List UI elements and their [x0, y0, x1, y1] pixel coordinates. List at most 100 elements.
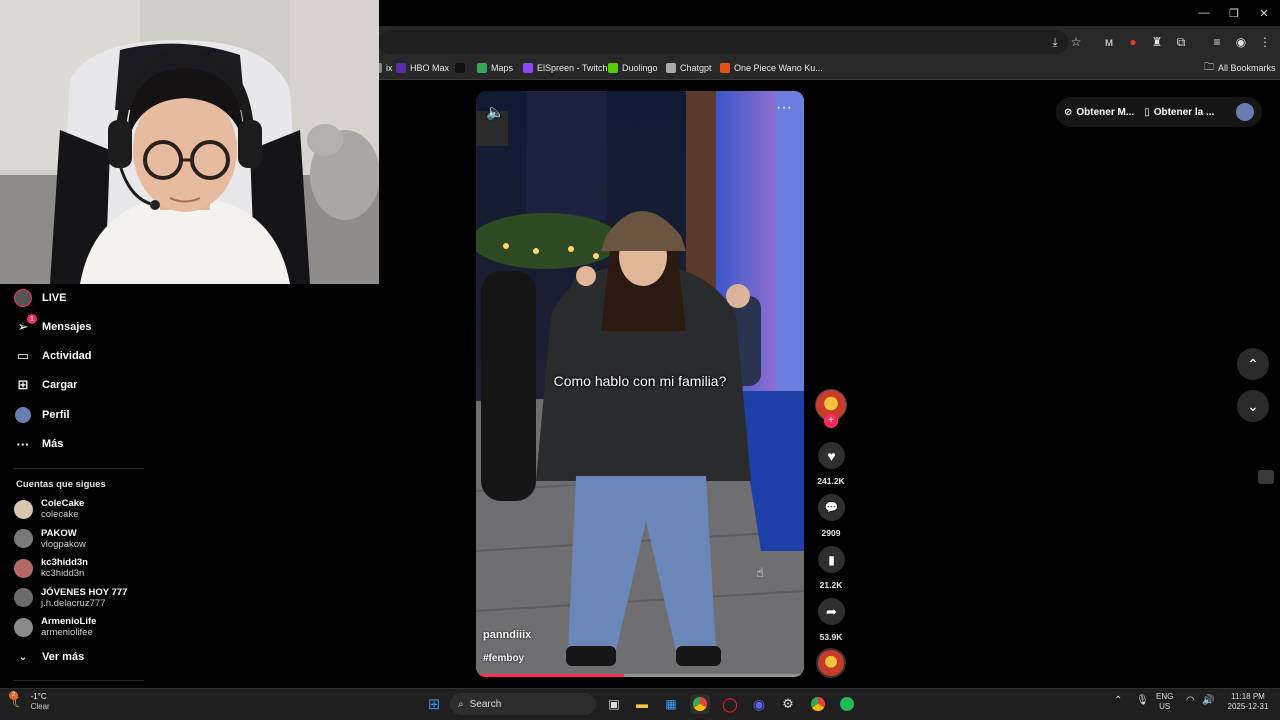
next-video-button[interactable]: ⌄ [1237, 390, 1269, 422]
extensions-puzzle-icon[interactable]: ⧉ [1172, 33, 1190, 51]
following-account[interactable]: JÓVENES HOY 777 j.h.delacruz777 [14, 585, 127, 611]
comment-button[interactable]: 💬 [818, 494, 845, 521]
following-account[interactable]: kc3hidd3n kc3hidd3n [14, 555, 88, 581]
account-name: JÓVENES HOY 777 [41, 586, 128, 598]
clock[interactable]: 11:18 PM 2025-12-31 [1224, 692, 1272, 712]
bookmark-favicon-icon [455, 63, 465, 73]
following-account[interactable]: ArmenioLife armeniolifee [14, 614, 96, 640]
floating-widget-icon[interactable] [1258, 470, 1274, 484]
share-count: 53.9K [819, 632, 843, 642]
minimize-icon[interactable]: — [1188, 0, 1220, 26]
volume-icon[interactable]: 🔊 [1202, 696, 1214, 706]
video-progress-bar[interactable] [476, 674, 804, 677]
user-avatar[interactable] [1236, 103, 1254, 121]
video-author[interactable]: panndiiix [483, 629, 531, 641]
account-handle: colecake [41, 509, 79, 520]
discord-icon[interactable]: ◉ [749, 694, 769, 714]
sidebar-divider [14, 468, 144, 469]
chrome-profile-icon[interactable] [808, 694, 828, 714]
microphone-icon[interactable]: 🎙 [1136, 696, 1149, 706]
bookmark-favicon-icon [523, 63, 533, 73]
weather-desc: Clear [30, 702, 50, 711]
notification-badge: 1 [27, 314, 37, 324]
media-control-icon[interactable]: ≡ [1208, 33, 1226, 51]
tray-overflow-icon[interactable]: ⌃ [1114, 696, 1122, 706]
account-handle: armeniolifee [41, 627, 93, 638]
video-progress-fill [476, 674, 624, 677]
bookmark-icon: ▮ [828, 552, 835, 567]
extension-figure-icon[interactable]: ♜ [1148, 33, 1166, 51]
account-handle: vlogpakow [41, 538, 86, 550]
task-view-icon[interactable]: ▣ [604, 694, 624, 714]
bookmark-favicon-icon [720, 63, 730, 73]
profile-icon[interactable]: ◉ [1232, 33, 1250, 51]
all-bookmarks[interactable]: 🗀 All Bookmarks [1204, 60, 1276, 76]
mute-icon[interactable]: 🔈 [486, 103, 505, 121]
file-explorer-icon[interactable]: ▬ [632, 694, 652, 714]
account-name: ArmenioLife [41, 616, 97, 627]
sound-disc[interactable] [816, 648, 846, 678]
weather-widget[interactable]: ☾ 2 -1°C Clear [9, 690, 50, 712]
upload-icon: ⊞ [17, 377, 29, 392]
chevron-up-icon: ⌃ [1247, 355, 1259, 372]
video-more-icon[interactable]: ··· [776, 99, 792, 117]
coin-icon: ⊘ [1064, 106, 1073, 118]
chevron-down-icon: ⌄ [1247, 397, 1259, 414]
bookmark-item[interactable]: Chatgpt [666, 60, 712, 76]
bookmark-item[interactable]: HBO Max [396, 60, 449, 76]
like-button[interactable]: ♥ [818, 442, 845, 469]
bookmark-item[interactable]: ElSpreen - Twitch [523, 60, 607, 76]
wifi-icon[interactable]: ◠ [1186, 696, 1195, 706]
following-account[interactable]: ColeCake colecake [14, 496, 84, 522]
address-bar[interactable] [378, 30, 1068, 54]
share-button[interactable]: ➦ [818, 598, 845, 625]
extension-m-icon[interactable]: ᴍ [1100, 33, 1118, 51]
browser-menu-icon[interactable]: ⋮ [1256, 33, 1274, 51]
weather-moon-icon: ☾ 2 [9, 690, 25, 711]
search-icon: ⌕ [458, 698, 464, 710]
profile-icon [14, 406, 32, 424]
bookmark-item[interactable]: Duolingo [608, 60, 658, 76]
restore-icon[interactable]: ❐ [1218, 0, 1250, 26]
sidebar-item-profile[interactable]: Perfil [14, 404, 70, 426]
bookmark-favicon-icon [477, 63, 487, 73]
bookmark-item[interactable]: Maps [477, 60, 513, 76]
bookmark-favicon-icon [608, 63, 618, 73]
video-caption: Como hablo con mi familia? [553, 373, 727, 389]
bookmark-star-icon[interactable]: ☆ [1067, 33, 1085, 51]
extension-red-icon[interactable]: ● [1124, 33, 1142, 51]
store-icon[interactable]: ▦ [661, 694, 681, 714]
like-count: 241.2K [817, 476, 845, 486]
sidebar-item-upload[interactable]: ⊞ Cargar [14, 374, 78, 396]
share-icon: ➦ [826, 603, 837, 619]
following-account[interactable]: PAKOW vlogpakow [14, 526, 86, 552]
sidebar-item-activity[interactable]: ▭ Actividad [14, 345, 92, 367]
opera-icon[interactable]: ◯ [720, 694, 740, 714]
follow-plus-icon[interactable]: + [824, 414, 838, 428]
see-more-button[interactable]: ⌄ Ver más [14, 646, 84, 668]
account-name: ColeCake [41, 498, 85, 509]
sidebar-item-messages[interactable]: ➢ 1 Mensajes [14, 314, 92, 338]
bookmark-item[interactable] [455, 60, 469, 76]
sidebar-item-more[interactable]: ··· Más [14, 433, 64, 455]
taskbar-search[interactable]: ⌕ Search [450, 693, 596, 715]
activity-icon: ▭ [16, 348, 30, 363]
close-icon[interactable]: ✕ [1248, 0, 1280, 26]
sidebar-item-live[interactable]: LIVE [14, 287, 66, 309]
webcam-image [0, 0, 379, 284]
video-player[interactable]: 🔈 ··· Como hablo con mi familia? panndii… [476, 91, 804, 677]
sidebar-divider-bottom [14, 680, 144, 681]
get-app-button[interactable]: ▯ Obtener la ... [1144, 107, 1214, 118]
language-indicator[interactable]: ENG US [1156, 692, 1173, 712]
top-right-actions: ⊘ Obtener M... ▯ Obtener la ... [1056, 97, 1262, 127]
spotify-icon[interactable] [837, 694, 857, 714]
save-button[interactable]: ▮ [818, 546, 845, 573]
install-app-icon[interactable]: ⤓ [1046, 33, 1064, 51]
windows-start-icon[interactable]: ⊞ [424, 694, 444, 714]
bookmark-item[interactable]: One Piece Wano Ku... [720, 60, 823, 76]
steam-icon[interactable]: ⚙ [778, 694, 798, 714]
previous-video-button[interactable]: ⌃ [1237, 348, 1269, 380]
video-hashtag[interactable]: #femboy [483, 653, 524, 664]
get-coins-button[interactable]: ⊘ Obtener M... [1064, 107, 1134, 118]
chrome-icon[interactable] [690, 694, 710, 714]
